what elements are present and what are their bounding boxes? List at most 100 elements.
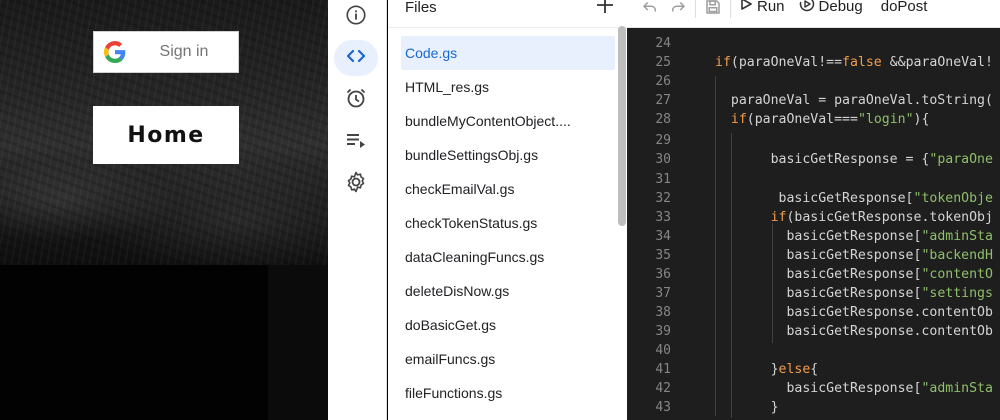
line-number: 35	[655, 248, 671, 263]
code-line[interactable]: 27 paraOneVal = paraOneVal.toString(	[627, 93, 1000, 112]
line-number: 36	[655, 267, 671, 282]
plus-icon[interactable]	[595, 0, 615, 20]
code-text: if(paraOneVal==="login"){	[730, 112, 930, 127]
line-number: 39	[655, 324, 671, 339]
code-text: basicGetResponse["contentO	[715, 267, 993, 282]
files-header: Files	[388, 0, 627, 28]
line-number: 42	[655, 381, 671, 396]
home-button[interactable]: Home	[93, 106, 239, 164]
line-number: 33	[655, 210, 671, 225]
code-line[interactable]: 30 basicGetResponse = {"paraOne	[627, 152, 1000, 171]
function-select[interactable]: doPost	[881, 0, 928, 21]
save-icon[interactable]	[704, 0, 722, 21]
playlist-icon	[344, 128, 368, 157]
line-number: 32	[655, 191, 671, 206]
file-item[interactable]: bundleSettingsObj.gs	[401, 138, 615, 172]
code-text: if(basicGetResponse.tokenObj	[770, 210, 993, 225]
code-line[interactable]: 43 }	[627, 400, 1000, 419]
code-line[interactable]: 39 basicGetResponse.contentOb	[627, 324, 1000, 343]
code-line[interactable]: 37 basicGetResponse["settings	[627, 286, 1000, 305]
line-number: 25	[655, 55, 671, 70]
code-text: if(paraOneVal!==false &&paraOneVal!	[715, 55, 993, 70]
sign-in-label: Sign in	[159, 43, 209, 60]
code-line[interactable]: 31	[627, 172, 1000, 191]
alarm-clock-icon	[344, 86, 368, 115]
undo-icon[interactable]	[641, 0, 659, 21]
code-text: basicGetResponse.contentOb	[715, 305, 993, 320]
google-sign-in-button[interactable]: Sign in	[93, 31, 239, 73]
file-list: Code.gs HTML_res.gs bundleMyContentObjec…	[388, 28, 627, 410]
editor-toolbar: Run Debug doPost	[627, 0, 1000, 28]
project-settings-nav-button[interactable]	[334, 166, 378, 202]
code-line[interactable]: 25 if(paraOneVal!==false &&paraOneVal!	[627, 55, 1000, 74]
line-number: 38	[655, 305, 671, 320]
run-button[interactable]: Run	[739, 0, 785, 21]
code-text: basicGetResponse.contentOb	[715, 324, 993, 339]
code-text: }else{	[715, 362, 819, 377]
file-item[interactable]: checkEmailVal.gs	[401, 172, 615, 206]
run-label: Run	[757, 0, 785, 15]
code-icon	[344, 44, 368, 73]
code-text: basicGetResponse["adminSta	[715, 381, 993, 396]
code-line[interactable]: 40	[627, 343, 1000, 362]
toolbar-divider	[730, 0, 731, 18]
debug-icon	[799, 0, 815, 17]
code-text: basicGetResponse["tokenObje	[715, 191, 993, 206]
line-number: 24	[655, 36, 671, 51]
code-line[interactable]: 35 basicGetResponse["backendH	[627, 248, 1000, 267]
files-panel: Files Code.gs HTML_res.gs bundleMyConten…	[388, 0, 627, 420]
file-item[interactable]: dataCleaningFuncs.gs	[401, 240, 615, 274]
code-line[interactable]: 36 basicGetResponse["contentO	[627, 267, 1000, 286]
code-line[interactable]: 33 if(basicGetResponse.tokenObj	[627, 210, 1000, 229]
line-number: 31	[655, 172, 671, 187]
code-line[interactable]: 32 basicGetResponse["tokenObje	[627, 191, 1000, 210]
line-number: 34	[655, 229, 671, 244]
run-icon	[739, 0, 753, 16]
code-line[interactable]: 26	[627, 74, 1000, 93]
code-line[interactable]: 34 basicGetResponse["adminSta	[627, 229, 1000, 248]
line-number: 29	[655, 133, 671, 148]
code-line[interactable]: 24	[627, 36, 1000, 55]
file-item[interactable]: Code.gs	[401, 36, 615, 70]
file-item[interactable]: bundleMyContentObject....	[401, 104, 615, 138]
code-editor-nav-button[interactable]	[334, 40, 378, 76]
code-text: basicGetResponse["adminSta	[715, 229, 993, 244]
file-item[interactable]: checkTokenStatus.gs	[401, 206, 615, 240]
toolbar-divider	[695, 0, 696, 18]
line-number: 41	[655, 362, 671, 377]
code-editor[interactable]: 24 25 if(paraOneVal!==false &&paraOneVal! 2…	[627, 28, 1000, 420]
files-scrollbar[interactable]	[618, 26, 626, 226]
code-line[interactable]: 41 }else{	[627, 362, 1000, 381]
debug-label: Debug	[818, 0, 863, 15]
code-line[interactable]: 38 basicGetResponse.contentOb	[627, 305, 1000, 324]
file-item[interactable]: deleteDisNow.gs	[401, 274, 615, 308]
file-item[interactable]: doBasicGet.gs	[401, 308, 615, 342]
triggers-nav-button[interactable]	[334, 82, 378, 118]
code-text: basicGetResponse["settings	[715, 286, 993, 301]
line-number: 37	[655, 286, 671, 301]
file-item[interactable]: HTML_res.gs	[401, 70, 615, 104]
line-number: 26	[655, 74, 671, 89]
google-logo-icon	[94, 32, 136, 72]
redo-icon[interactable]	[669, 0, 687, 21]
background-dark-block	[268, 265, 328, 420]
line-number: 30	[655, 152, 671, 167]
code-line[interactable]: 28 if(paraOneVal==="login"){	[627, 112, 1000, 131]
files-title: Files	[405, 0, 437, 16]
code-text: paraOneVal = paraOneVal.toString(	[715, 93, 993, 108]
function-select-value: doPost	[880, 0, 928, 15]
code-text: basicGetResponse = {"paraOne	[715, 152, 993, 167]
line-number: 40	[655, 343, 671, 358]
code-line[interactable]: 42 basicGetResponse["adminSta	[627, 381, 1000, 400]
info-icon[interactable]	[334, 0, 378, 33]
code-text: basicGetResponse["backendH	[715, 248, 993, 263]
debug-button[interactable]: Debug	[799, 0, 863, 21]
code-text: }	[715, 400, 779, 415]
code-line[interactable]: 29	[627, 133, 1000, 152]
navigation-rail	[328, 0, 387, 420]
executions-nav-button[interactable]	[334, 124, 378, 160]
line-number: 28	[655, 112, 671, 127]
file-item[interactable]: emailFuncs.gs	[401, 342, 615, 376]
file-item[interactable]: fileFunctions.gs	[401, 376, 615, 410]
settings-gear-icon	[344, 170, 368, 199]
